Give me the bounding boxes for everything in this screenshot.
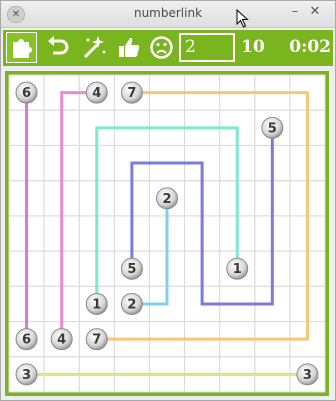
game-board[interactable]: 6 4 7 5 2 5 1 1 2 6 4 7 3 3 <box>5 71 329 396</box>
node-number: 4 <box>57 333 66 348</box>
toolbar: 2 10 0:02 <box>3 30 333 66</box>
minimize-button[interactable]: – <box>287 4 303 19</box>
node-number: 3 <box>303 368 312 383</box>
timer: 0:02 <box>289 37 331 57</box>
node-number: 3 <box>22 368 31 383</box>
moves-counter: 2 <box>179 33 235 62</box>
node-number: 5 <box>127 262 136 277</box>
sad-face-icon <box>150 36 173 59</box>
title-bar: ✕ numberlink – ✕ <box>1 1 335 28</box>
mouse-cursor-icon <box>236 9 249 28</box>
node-number: 1 <box>233 262 242 277</box>
node-number: 2 <box>127 297 136 312</box>
undo-icon <box>48 36 69 55</box>
hint-button[interactable] <box>78 32 109 63</box>
node-number: 4 <box>92 86 101 101</box>
new-game-button[interactable] <box>6 32 37 63</box>
window-title: numberlink <box>133 6 203 20</box>
level-number: 10 <box>241 37 265 57</box>
magic-wand-icon <box>83 36 106 59</box>
puzzle-icon <box>13 39 32 58</box>
node-number: 7 <box>127 86 136 101</box>
node-number: 5 <box>268 121 277 136</box>
node-number: 2 <box>162 192 171 207</box>
thumbs-up-icon <box>119 37 140 57</box>
board-frame: 6 4 7 5 2 5 1 1 2 6 4 7 3 3 <box>5 71 329 396</box>
undo-button[interactable] <box>42 32 73 63</box>
give-up-button[interactable] <box>146 32 177 63</box>
node-number: 6 <box>22 333 31 348</box>
solve-button[interactable] <box>114 32 145 63</box>
node-number: 7 <box>92 333 101 348</box>
app-window: ✕ numberlink – ✕ 2 10 0:02 6 4 7 5 2 5 1… <box>0 0 336 401</box>
node-number: 6 <box>22 86 31 101</box>
close-button[interactable]: ✕ <box>307 4 323 19</box>
node-number: 1 <box>92 297 101 312</box>
